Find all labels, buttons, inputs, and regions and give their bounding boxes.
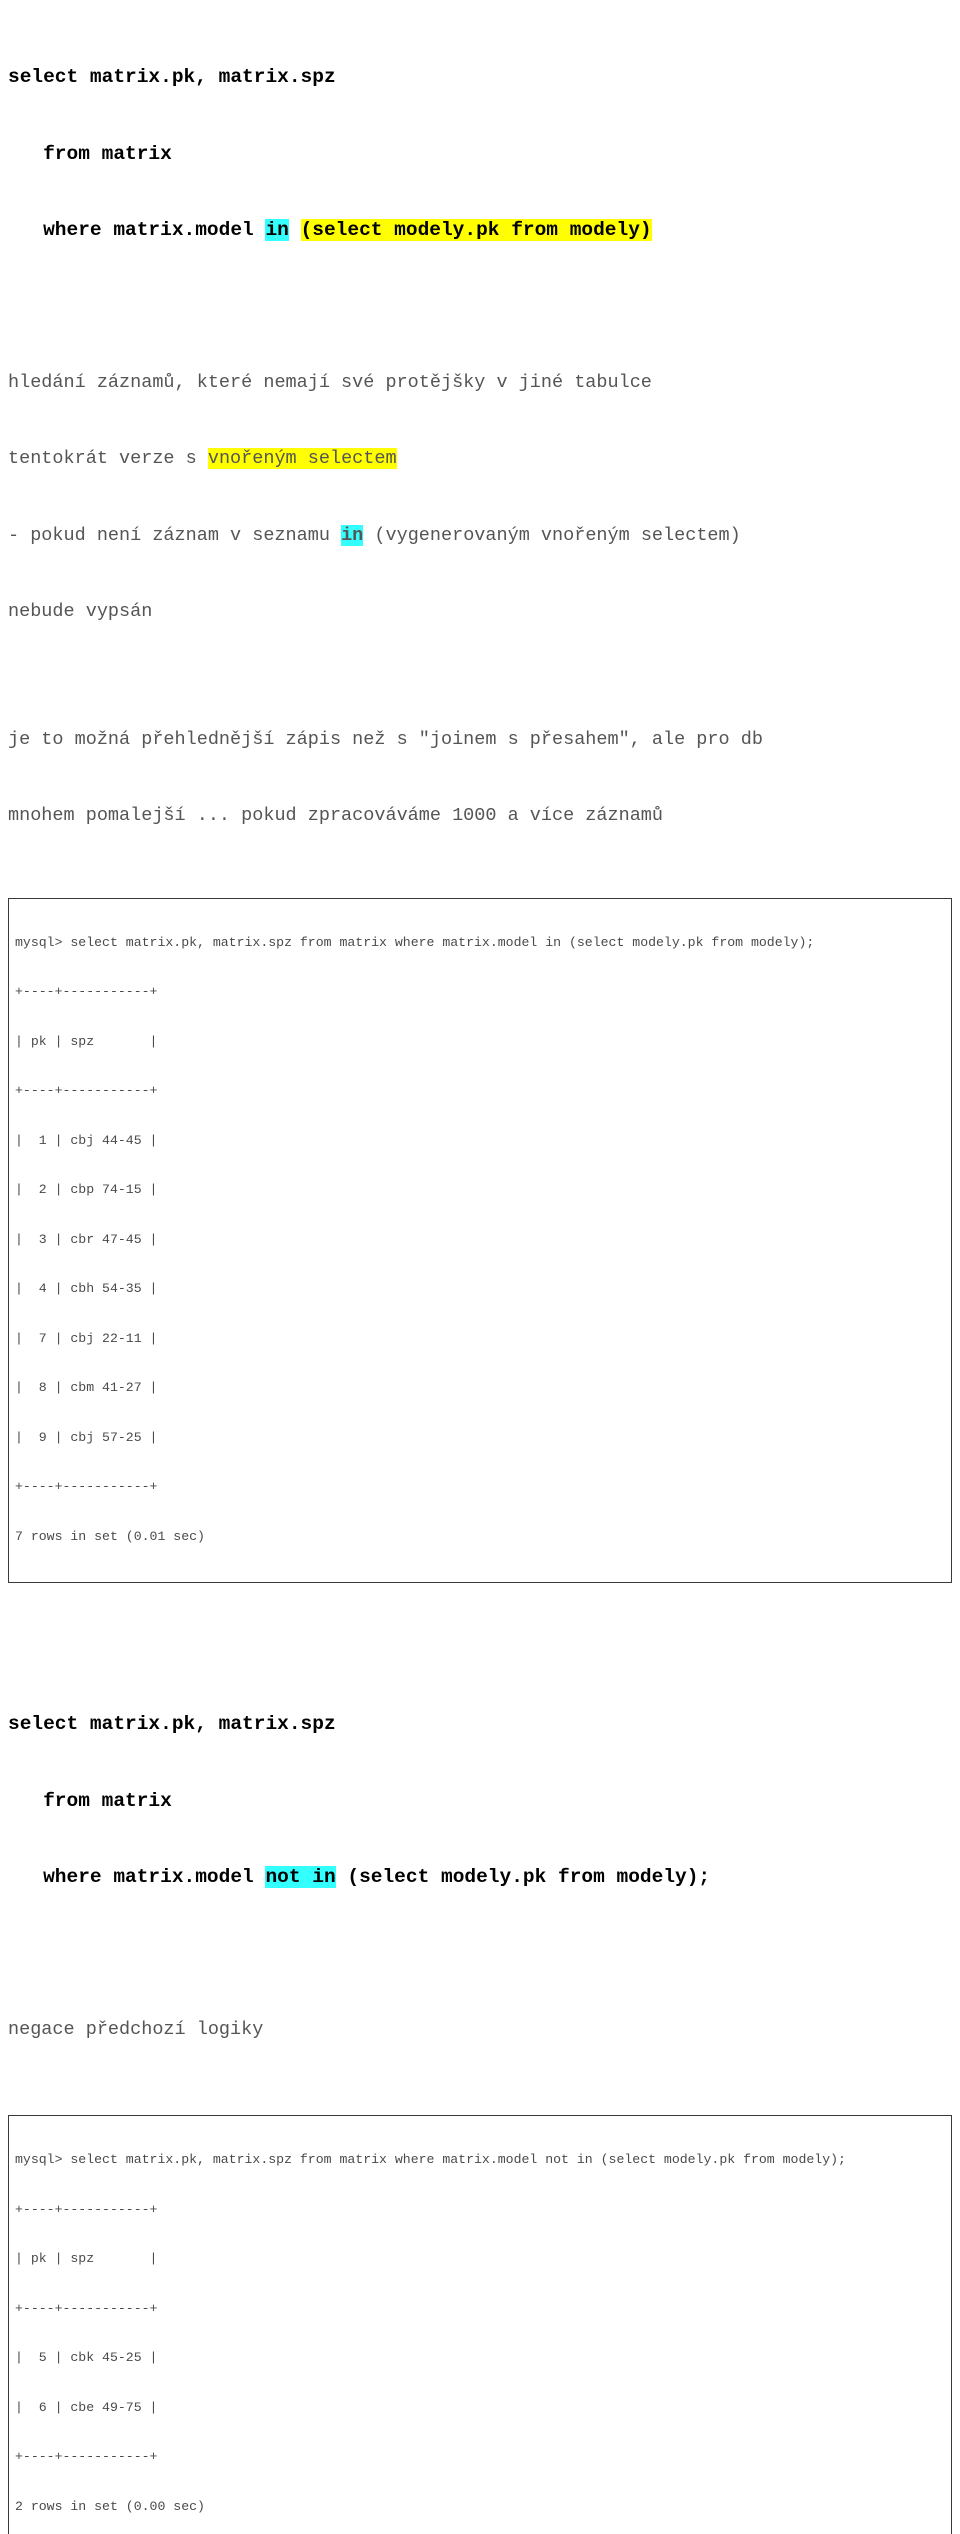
- sql-from-clause: from matrix: [43, 1789, 172, 1812]
- sql-heading-line-1: select matrix.pk, matrix.spz: [8, 1713, 336, 1735]
- keyword-in-highlight-note: in: [341, 524, 364, 546]
- sql-heading-line-1: select matrix.pk, matrix.spz: [8, 66, 336, 88]
- note-line-3: - pokud není záznam v seznamu in (vygene…: [8, 523, 952, 549]
- console-rule-mid: +----+-----------+: [15, 1083, 158, 1098]
- table-row: | 7 | cbj 22-11 |: [15, 1330, 158, 1346]
- note-line-6: je to možná přehlednější zápis než s "jo…: [8, 728, 763, 750]
- console-header-row: | pk | spz |: [15, 1033, 158, 1049]
- sql-heading-line-3: where matrix.model not in (select modely…: [8, 1865, 952, 1891]
- spacer-between-sections: [8, 1583, 952, 1661]
- nested-select-highlight: vnořeným selectem: [207, 448, 397, 469]
- sql-heading-line-3: where matrix.model in (select modely.pk …: [8, 218, 952, 244]
- sql-heading-in-subquery: select matrix.pk, matrix.spz from matrix…: [8, 0, 952, 295]
- note-not-in-subquery: negace předchozí logiky: [8, 1966, 952, 2094]
- console-footer: 7 rows in set (0.01 sec): [15, 1528, 205, 1544]
- keyword-not-in-highlight: not in: [265, 1866, 336, 1888]
- console-output-not-in-subquery: mysql> select matrix.pk, matrix.spz from…: [8, 2115, 952, 2534]
- table-row: | 8 | cbm 41-27 |: [15, 1380, 158, 1395]
- note-line-3-suffix: (vygenerovaným vnořeným selectem): [363, 524, 741, 546]
- sql-where-prefix: where matrix.model: [43, 1866, 266, 1888]
- sql-heading-line-2: from matrix: [8, 1789, 952, 1815]
- console-prompt-line: mysql> select matrix.pk, matrix.spz from…: [15, 934, 815, 950]
- sql-where-prefix: where matrix.model: [43, 219, 266, 241]
- console-output-in-subquery: mysql> select matrix.pk, matrix.spz from…: [8, 897, 952, 1583]
- table-row: | 3 | cbr 47-45 |: [15, 1231, 158, 1247]
- note-line-7: mnohem pomalejší ... pokud zpracováváme …: [8, 805, 664, 826]
- sql-heading-not-in-subquery: select matrix.pk, matrix.spz from matrix…: [8, 1661, 952, 1942]
- table-row: | 4 | cbh 54-35 |: [15, 1281, 158, 1296]
- sql-from-clause: from matrix: [43, 142, 172, 165]
- keyword-in-highlight: in: [265, 219, 289, 241]
- document-page: select matrix.pk, matrix.spz from matrix…: [0, 0, 960, 2534]
- note-line-2: tentokrát verze s vnořeným selectem: [8, 446, 952, 472]
- console-rule-top: +----+-----------+: [15, 984, 158, 999]
- table-row: | 5 | cbk 45-25 |: [15, 2350, 158, 2365]
- table-row: | 1 | cbj 44-45 |: [15, 1132, 158, 1148]
- table-row: | 6 | cbe 49-75 |: [15, 2399, 158, 2415]
- note-line-1: hledání záznamů, které nemají své protěj…: [8, 371, 652, 393]
- sql-subquery: (select modely.pk from modely);: [347, 1866, 711, 1888]
- note-line-1: negace předchozí logiky: [8, 2018, 264, 2040]
- sql-heading-line-2: from matrix: [8, 142, 952, 168]
- note-in-subquery: hledání záznamů, které nemají své protěj…: [8, 319, 952, 880]
- note-line-4: nebude vypsán: [8, 601, 153, 622]
- section-in-subquery: select matrix.pk, matrix.spz from matrix…: [8, 0, 952, 1583]
- note-line-3-prefix: - pokud není záznam v seznamu: [8, 524, 342, 546]
- subquery-highlight: (select modely.pk from modely): [300, 219, 652, 241]
- console-prompt-line: mysql> select matrix.pk, matrix.spz from…: [15, 2152, 846, 2167]
- console-rule-top: +----+-----------+: [15, 2201, 158, 2217]
- console-rule-mid: +----+-----------+: [15, 2300, 158, 2316]
- section-not-in-subquery: select matrix.pk, matrix.spz from matrix…: [8, 1661, 952, 2534]
- console-header-row: | pk | spz |: [15, 2251, 158, 2266]
- table-row: | 2 | cbp 74-15 |: [15, 1182, 158, 1197]
- table-row: | 9 | cbj 57-25 |: [15, 1429, 158, 1445]
- note-line-2-prefix: tentokrát verze s: [8, 448, 208, 469]
- console-rule-bottom: +----+-----------+: [15, 1479, 158, 1494]
- console-footer: 2 rows in set (0.00 sec): [15, 2498, 205, 2514]
- console-rule-bottom: +----+-----------+: [15, 2449, 158, 2464]
